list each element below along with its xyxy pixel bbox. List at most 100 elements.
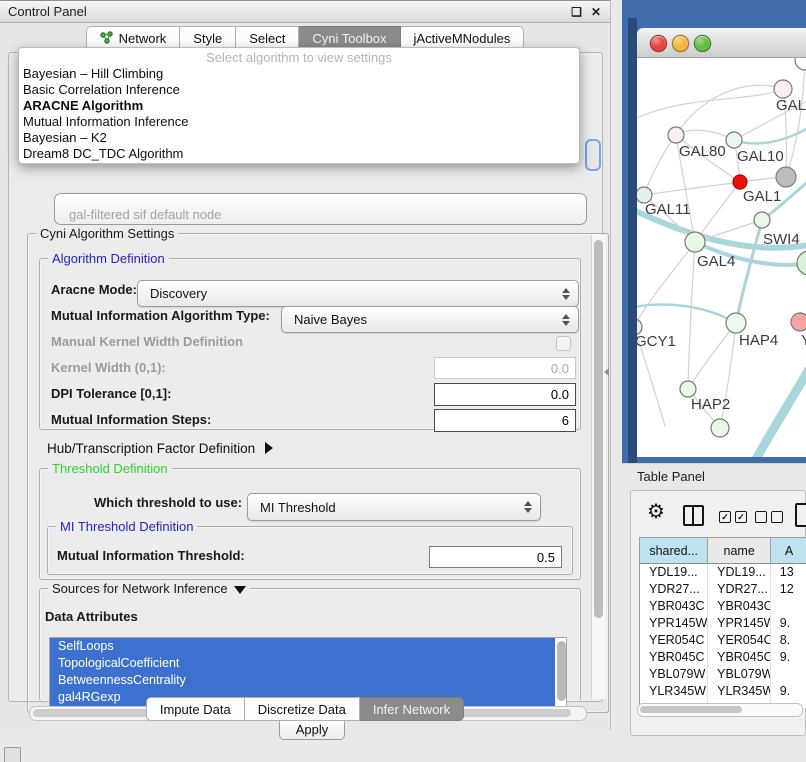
sources-title[interactable]: Sources for Network Inference: [48, 581, 250, 596]
column-header-shared[interactable]: shared...: [640, 538, 708, 564]
algorithm-option-mutual-information-inference[interactable]: Mutual Information Inference: [19, 114, 579, 130]
attribute-item-topologicalcoefficient[interactable]: TopologicalCoefficient: [50, 655, 555, 672]
hidden-focused-control[interactable]: [585, 139, 601, 171]
table-horizontal-scrollbar[interactable]: [637, 703, 803, 717]
network-window-titlebar[interactable]: [637, 28, 806, 58]
network-edge[interactable]: [676, 130, 734, 140]
which-threshold-combobox[interactable]: MI Threshold: [247, 493, 541, 521]
attribute-item-betweennesscentrality[interactable]: BetweennessCentrality: [50, 672, 555, 689]
network-node[interactable]: [795, 58, 806, 70]
table-row[interactable]: YPR145WYPR145W9.: [640, 615, 806, 632]
mi-steps-label: Mutual Information Steps:: [51, 412, 211, 427]
mutual-information-threshold-label: Mutual Information Threshold:: [57, 548, 245, 563]
table-cell: YBL079W: [640, 666, 708, 683]
algorithm-option-bayesian-hill-climbing[interactable]: Bayesian – Hill Climbing: [19, 66, 579, 82]
network-node[interactable]: [776, 167, 796, 187]
settings-vertical-scrollbar-thumb[interactable]: [594, 240, 603, 618]
network-node[interactable]: [797, 251, 806, 275]
mutual-information-threshold-field[interactable]: [429, 546, 562, 568]
algorithm-option-basic-correlation-inference[interactable]: Basic Correlation Inference: [19, 82, 579, 98]
network-graph[interactable]: GALGAL80GAL10GAL1GAL11SWI4GAL4GCY1HAP4YH…: [637, 58, 806, 457]
bottom-tab-impute-data[interactable]: Impute Data: [146, 697, 245, 721]
control-panel-title: Control Panel: [0, 4, 571, 19]
table-row[interactable]: YBR043CYBR043C: [640, 598, 806, 615]
network-node-gal[interactable]: [774, 80, 792, 98]
table-row[interactable]: YER054CYER054C8.: [640, 632, 806, 649]
columns-icon[interactable]: [683, 505, 704, 526]
network-edge[interactable]: [637, 89, 783, 120]
network-node-hap2[interactable]: [680, 381, 696, 397]
minimized-panel-icon[interactable]: [4, 747, 21, 762]
table-row[interactable]: YBL079WYBL079W: [640, 666, 806, 683]
network-node-gal1[interactable]: [733, 175, 747, 189]
network-canvas[interactable]: GALGAL80GAL10GAL1GAL11SWI4GAL4GCY1HAP4YH…: [637, 58, 806, 457]
kernel-width-field[interactable]: [434, 357, 576, 379]
bottom-tab-discretize-data[interactable]: Discretize Data: [245, 697, 360, 721]
network-edge[interactable]: [637, 304, 736, 323]
hub-definition-toggle[interactable]: Hub/Transcription Factor Definition: [47, 441, 273, 456]
network-edge[interactable]: [644, 182, 740, 195]
network-edge[interactable]: [786, 62, 805, 177]
gear-icon[interactable]: ⚙: [647, 499, 665, 524]
select-all-checkboxes-button[interactable]: ✓ ✓: [719, 511, 747, 523]
mi-steps-field[interactable]: [434, 409, 576, 432]
network-edge[interactable]: [644, 135, 676, 195]
table-cell: YBR043C: [640, 598, 708, 615]
mi-algorithm-type-label: Mutual Information Algorithm Type:: [51, 308, 270, 323]
network-node-swi4[interactable]: [754, 212, 770, 228]
table-row[interactable]: YDL19...YDL19...13: [640, 564, 806, 581]
network-selection-combobox[interactable]: gal-filtered sif default node: [54, 193, 587, 225]
apply-button[interactable]: Apply: [279, 718, 345, 740]
column-header-name[interactable]: name: [708, 538, 771, 564]
network-node-gal10[interactable]: [726, 132, 742, 148]
table-cell: 9.: [771, 649, 806, 666]
manual-kernel-width-checkbox[interactable]: [556, 336, 571, 351]
column-header-a[interactable]: A: [771, 538, 806, 564]
settings-vertical-scrollbar[interactable]: [591, 235, 606, 699]
network-edge[interactable]: [751, 356, 806, 457]
aracne-mode-value: Discovery: [138, 286, 561, 301]
minimize-traffic-light[interactable]: [672, 35, 689, 52]
split-pane-collapse-icon[interactable]: [604, 368, 609, 376]
algorithm-option-bayesian-k2[interactable]: Bayesian – K2: [19, 130, 579, 146]
node-label-hap2: HAP2: [691, 396, 730, 413]
network-edge[interactable]: [637, 242, 695, 327]
table-cell: YBR043C: [708, 598, 771, 615]
dpi-tolerance-field[interactable]: [434, 383, 576, 406]
document-icon[interactable]: [795, 503, 806, 527]
network-edge[interactable]: [688, 242, 695, 389]
attribute-item-selfloops[interactable]: SelfLoops: [50, 638, 555, 655]
table-row[interactable]: YLR345WYLR345W9.: [640, 683, 806, 700]
close-traffic-light[interactable]: [650, 35, 667, 52]
control-panel-titlebar: Control Panel ❑ ✕: [0, 0, 610, 23]
network-edge[interactable]: [695, 182, 740, 242]
network-node-gal4[interactable]: [685, 232, 705, 252]
algorithm-option-dream8-dc-tdc-algorithm[interactable]: Dream8 DC_TDC Algorithm: [19, 146, 579, 162]
table-panel-titlebar: Table Panel: [622, 463, 806, 488]
network-node-gal80[interactable]: [668, 127, 684, 143]
aracne-mode-combobox[interactable]: Discovery: [137, 280, 579, 307]
table-horizontal-scrollbar-thumb[interactable]: [640, 706, 742, 713]
data-attributes-label: Data Attributes: [45, 609, 138, 624]
network-node-y[interactable]: [791, 313, 806, 331]
zoom-traffic-light[interactable]: [694, 35, 711, 52]
mi-threshold-definition-title: MI Threshold Definition: [56, 519, 197, 534]
table-cell: 9.: [771, 683, 806, 700]
manual-kernel-width-label: Manual Kernel Width Definition: [51, 334, 243, 349]
network-node[interactable]: [711, 419, 729, 437]
table-cell: YDL19...: [708, 564, 771, 581]
table-row[interactable]: YDR27...YDR27...12: [640, 581, 806, 598]
collapse-down-icon: [234, 586, 246, 594]
algorithm-option-aracne-algorithm[interactable]: ARACNE Algorithm: [19, 98, 579, 114]
clear-all-checkboxes-button[interactable]: [755, 511, 783, 523]
bottom-tab-infer-network[interactable]: Infer Network: [360, 697, 464, 721]
close-window-icon[interactable]: ✕: [591, 5, 601, 19]
mi-algorithm-type-combobox[interactable]: Naive Bayes: [281, 306, 579, 333]
network-node-hap4[interactable]: [726, 313, 746, 333]
node-label-y: Y: [801, 332, 806, 349]
network-edge[interactable]: [676, 85, 783, 135]
table-row[interactable]: YBR045CYBR045C9.: [640, 649, 806, 666]
float-window-icon[interactable]: ❑: [571, 5, 582, 19]
network-edge[interactable]: [736, 220, 762, 323]
attributes-list-scrollbar[interactable]: [557, 641, 566, 701]
